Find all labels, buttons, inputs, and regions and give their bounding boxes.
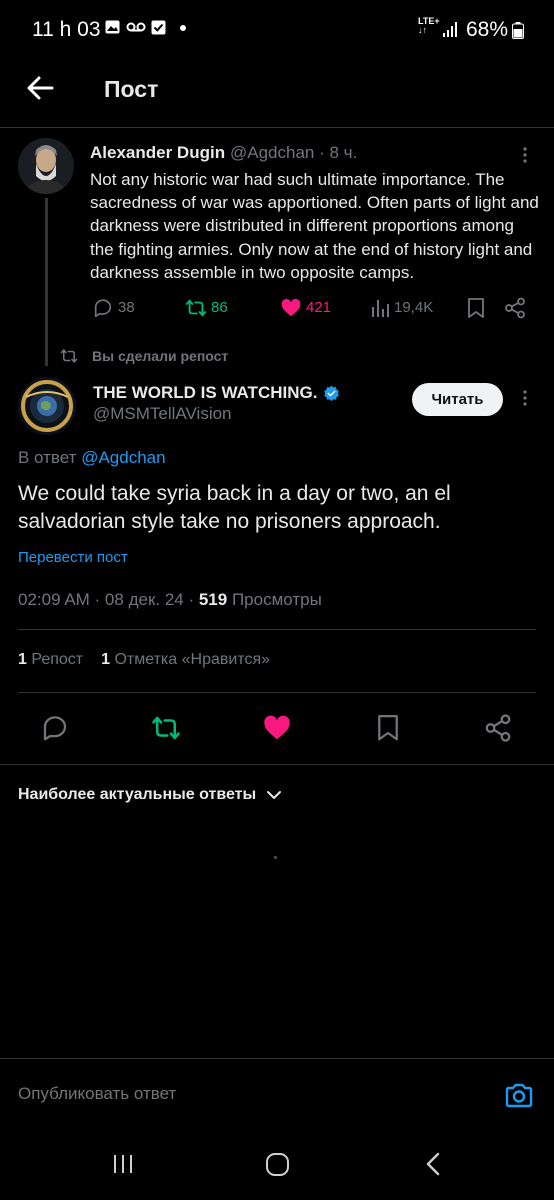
- share-icon[interactable]: [504, 297, 526, 319]
- follow-button[interactable]: Читать: [412, 383, 503, 416]
- main-author-handle[interactable]: @MSMTellAVision: [93, 404, 232, 424]
- chevron-down-icon: [267, 791, 282, 799]
- parent-reply-button[interactable]: 38: [92, 296, 135, 320]
- timestamp: 02:09 AM · 08 дек. 24 ·: [18, 590, 199, 609]
- header-divider: [0, 127, 554, 128]
- parent-like-button[interactable]: 421: [280, 296, 331, 320]
- bookmark-icon[interactable]: [373, 713, 403, 743]
- reply-to-handle-link[interactable]: @Agdchan: [81, 448, 165, 467]
- parent-tweet-text: Not any historic war had such ultimate i…: [90, 170, 539, 282]
- repost-small-icon: [60, 349, 78, 363]
- liked-heart-icon: [281, 298, 301, 317]
- main-tweet-text: We could take syria back in a day or two…: [18, 482, 451, 533]
- stats-divider: [18, 692, 536, 693]
- back-arrow-icon[interactable]: [24, 72, 56, 104]
- parent-views-button[interactable]: 19,4K: [370, 296, 433, 320]
- reply-input[interactable]: [18, 1084, 478, 1104]
- loading-indicator: [274, 856, 277, 859]
- reply-to-line: В ответ @Agdchan: [18, 448, 166, 468]
- action-bar-divider: [0, 764, 554, 765]
- battery-percent: 68%: [466, 18, 509, 41]
- status-time: 11 h 03: [32, 18, 101, 41]
- battery-icon: [512, 22, 524, 39]
- home-icon[interactable]: [265, 1152, 290, 1177]
- parent-handle-time[interactable]: @Agdchan · 8 ч.: [230, 143, 357, 163]
- parent-like-count: 421: [306, 299, 332, 316]
- repost-icon: [185, 299, 207, 317]
- check-box-icon: [151, 20, 166, 35]
- meta-divider: [18, 629, 536, 630]
- bookmark-icon[interactable]: [466, 297, 486, 319]
- repost-label: Вы сделали репост: [92, 348, 229, 364]
- replies-sort-label: Наиболее актуальные ответы: [18, 786, 257, 803]
- translate-post-link[interactable]: Перевести пост: [18, 549, 128, 566]
- likes-stat[interactable]: 1 Отметка «Нравится»: [101, 651, 270, 669]
- parent-author-avatar[interactable]: [18, 138, 74, 194]
- lte-indicator: LTE+ ↓↑: [418, 16, 440, 35]
- share-icon[interactable]: [483, 713, 513, 743]
- reply-icon[interactable]: [40, 713, 70, 743]
- replies-sort-dropdown[interactable]: Наиболее актуальные ответы: [18, 786, 282, 804]
- parent-repost-count: 86: [211, 299, 228, 316]
- main-author-name[interactable]: THE WORLD IS WATCHING.: [93, 383, 317, 403]
- voicemail-icon: [126, 22, 146, 32]
- more-options-icon[interactable]: [516, 146, 534, 164]
- main-author-avatar[interactable]: [18, 377, 76, 435]
- engagement-stats: 1 Репост 1 Отметка «Нравится»: [18, 651, 270, 669]
- status-bar: 11 h 03 LTE+ ↓↑ 68%: [0, 0, 554, 60]
- parent-views-count: 19,4K: [394, 299, 434, 316]
- like-icon[interactable]: [262, 713, 292, 743]
- composer-divider: [0, 1058, 554, 1059]
- notification-dot-icon: [180, 25, 186, 31]
- reply-to-prefix: В ответ: [18, 448, 77, 467]
- parent-author-name[interactable]: Alexander Dugin: [90, 143, 225, 163]
- main-author-row[interactable]: THE WORLD IS WATCHING.: [93, 383, 340, 403]
- verified-badge-icon: [324, 385, 340, 401]
- camera-icon[interactable]: [503, 1080, 535, 1112]
- recents-icon[interactable]: [111, 1152, 135, 1176]
- more-options-icon[interactable]: [516, 389, 534, 407]
- views-label: Просмотры: [227, 590, 322, 609]
- signal-icon: [443, 22, 457, 37]
- parent-repost-button[interactable]: 86: [185, 296, 228, 320]
- thread-line: [45, 198, 48, 366]
- tweet-meta: 02:09 AM · 08 дек. 24 · 519 Просмотры: [18, 590, 322, 610]
- back-icon[interactable]: [423, 1152, 443, 1176]
- reply-icon: [94, 299, 112, 318]
- views-chart-icon: [372, 300, 389, 317]
- reposts-stat[interactable]: 1 Репост: [18, 651, 83, 669]
- repost-indicator: Вы сделали репост: [60, 345, 228, 367]
- gallery-icon: [105, 20, 120, 34]
- views-count: 519: [198, 590, 228, 609]
- repost-icon[interactable]: [151, 713, 181, 743]
- page-title: Пост: [104, 76, 159, 102]
- parent-reply-count: 38: [118, 299, 135, 316]
